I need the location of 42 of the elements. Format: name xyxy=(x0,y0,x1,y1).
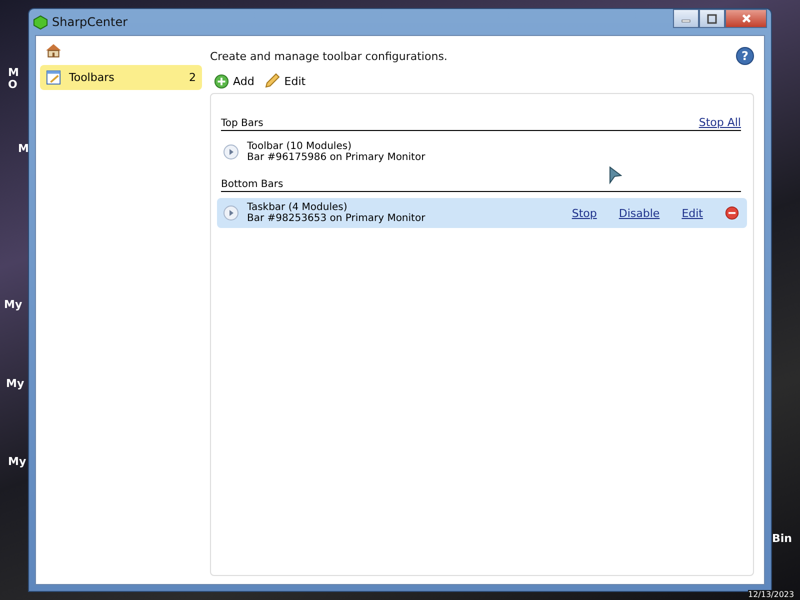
desktop-icon-label: Bin xyxy=(772,532,792,545)
sidebar-item-label: Toolbars xyxy=(69,71,116,84)
maximize-button[interactable] xyxy=(699,9,725,28)
edit-button[interactable]: Edit xyxy=(264,73,306,89)
stop-all-link[interactable]: Stop All xyxy=(698,116,741,129)
desktop-icon-label: O xyxy=(8,78,18,91)
remove-icon[interactable] xyxy=(725,206,739,220)
desktop-icon-label: My xyxy=(8,455,26,468)
close-button[interactable] xyxy=(725,9,767,28)
cube-icon xyxy=(33,14,48,30)
bar-detail: Bar #96175986 on Primary Monitor xyxy=(247,152,426,163)
sidebar-item[interactable]: Toolbars 2 xyxy=(40,65,202,90)
maximize-icon xyxy=(707,14,717,24)
section-heading: Bottom Bars xyxy=(221,179,284,190)
play-icon[interactable] xyxy=(223,144,239,160)
bar-row[interactable]: Toolbar (10 Modules) Bar #96175986 on Primary Monitor xyxy=(217,137,747,167)
bar-row[interactable]: Taskbar (4 Modules) Bar #98253653 on Primary Monitor Stop Disable Edit xyxy=(217,198,747,228)
desktop-icon-label: M xyxy=(18,142,29,155)
desktop-icon-label: M xyxy=(8,66,19,79)
action-link[interactable]: Disable xyxy=(618,206,660,220)
home-icon[interactable] xyxy=(45,42,62,59)
pencil-icon xyxy=(264,73,280,89)
desktop-icon-label: My xyxy=(4,298,22,311)
plus-icon xyxy=(214,74,229,88)
desktop-icon-label: My xyxy=(6,377,24,390)
pencil-form-icon xyxy=(46,70,61,85)
bar-name: Toolbar (10 Modules) xyxy=(247,141,352,152)
minimize-button[interactable] xyxy=(673,9,699,28)
bar-detail: Bar #98253653 on Primary Monitor xyxy=(247,213,426,224)
desktop-icon-label: 12/13/2023 xyxy=(748,590,794,600)
help-button[interactable]: ? xyxy=(736,47,754,65)
action-link[interactable]: Stop xyxy=(572,206,597,220)
close-icon xyxy=(740,13,752,24)
section-heading: Top Bars xyxy=(221,118,264,129)
mouse-pointer-icon xyxy=(609,166,622,185)
item-count: 2 xyxy=(189,71,196,84)
description-text: Create and manage toolbar configurations. xyxy=(210,50,448,62)
play-icon[interactable] xyxy=(223,205,239,221)
bar-name: Taskbar (4 Modules) xyxy=(247,202,348,213)
add-button[interactable]: Add xyxy=(214,73,254,89)
action-link[interactable]: Edit xyxy=(682,206,703,220)
window-title: SharpCenter xyxy=(52,15,129,29)
